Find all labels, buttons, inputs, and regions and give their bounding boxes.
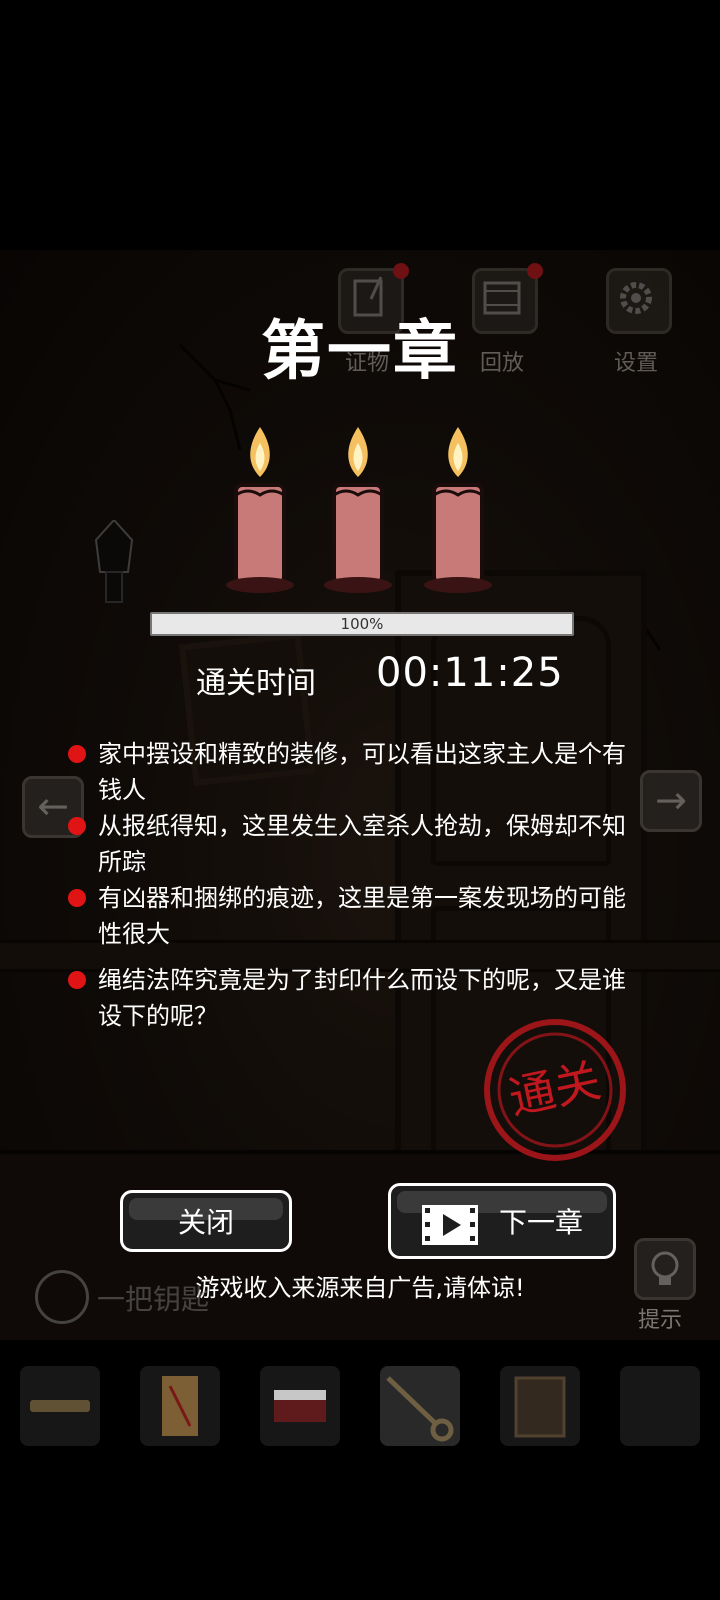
bullet-dot (68, 971, 86, 989)
candle-icon (226, 427, 294, 593)
inventory-slot[interactable] (500, 1366, 580, 1446)
magnifier-icon[interactable] (35, 1270, 89, 1324)
clear-time-label: 通关时间 (196, 666, 316, 701)
video-play-icon (421, 1187, 479, 1261)
clue-item: 有凶器和捆绑的痕迹，这里是第一案发现场的可能性很大 (68, 880, 638, 952)
clear-time-value: 00:11:25 (376, 650, 564, 696)
notification-dot (393, 263, 409, 279)
paper-note-icon (162, 1376, 198, 1436)
bullet-dot (68, 889, 86, 907)
arrow-right-icon[interactable]: → (640, 770, 702, 832)
stamp-text: 通关 (504, 1053, 605, 1125)
candle-icon (324, 427, 392, 593)
progress-bar: 100% (150, 612, 574, 636)
bullet-dot (68, 817, 86, 835)
clue-text: 家中摆设和精致的装修，可以看出这家主人是个有钱人 (98, 740, 626, 804)
inventory-slot[interactable] (20, 1366, 100, 1446)
clue-text: 有凶器和捆绑的痕迹，这里是第一案发现场的可能性很大 (98, 884, 626, 948)
telescope-icon (30, 1400, 90, 1412)
inventory-slot[interactable] (380, 1366, 460, 1446)
notification-dot (527, 263, 543, 279)
current-item-name: 一把钥匙 (97, 1283, 210, 1316)
inventory-slot[interactable] (140, 1366, 220, 1446)
next-chapter-label: 下一章 (498, 1206, 583, 1239)
clue-item: 家中摆设和精致的装修，可以看出这家主人是个有钱人 (68, 736, 638, 808)
key-icon (386, 1376, 454, 1442)
chapter-title: 第一章 (261, 315, 459, 389)
clear-stamp: 通关 (484, 1019, 626, 1161)
matchbox-icon (274, 1390, 326, 1422)
document-icon (514, 1376, 566, 1438)
close-button[interactable]: 关闭 (120, 1190, 292, 1252)
next-chapter-button[interactable]: 下一章 (388, 1183, 616, 1259)
inventory-slot[interactable] (620, 1366, 700, 1446)
clue-item: 从报纸得知，这里发生入室杀人抢劫，保姆却不知所踪 (68, 808, 638, 880)
bullet-dot (68, 745, 86, 763)
candle-icon (424, 427, 492, 593)
lightbulb-icon (651, 1251, 679, 1285)
hint-label: 提示 (638, 1308, 683, 1333)
inventory-bar (0, 1340, 720, 1460)
progress-text: 100% (340, 615, 384, 633)
hint-button[interactable] (634, 1238, 696, 1300)
close-label: 关闭 (177, 1206, 234, 1239)
clue-text: 从报纸得知，这里发生入室杀人抢劫，保姆却不知所踪 (98, 812, 626, 876)
inventory-slot[interactable] (260, 1366, 340, 1446)
